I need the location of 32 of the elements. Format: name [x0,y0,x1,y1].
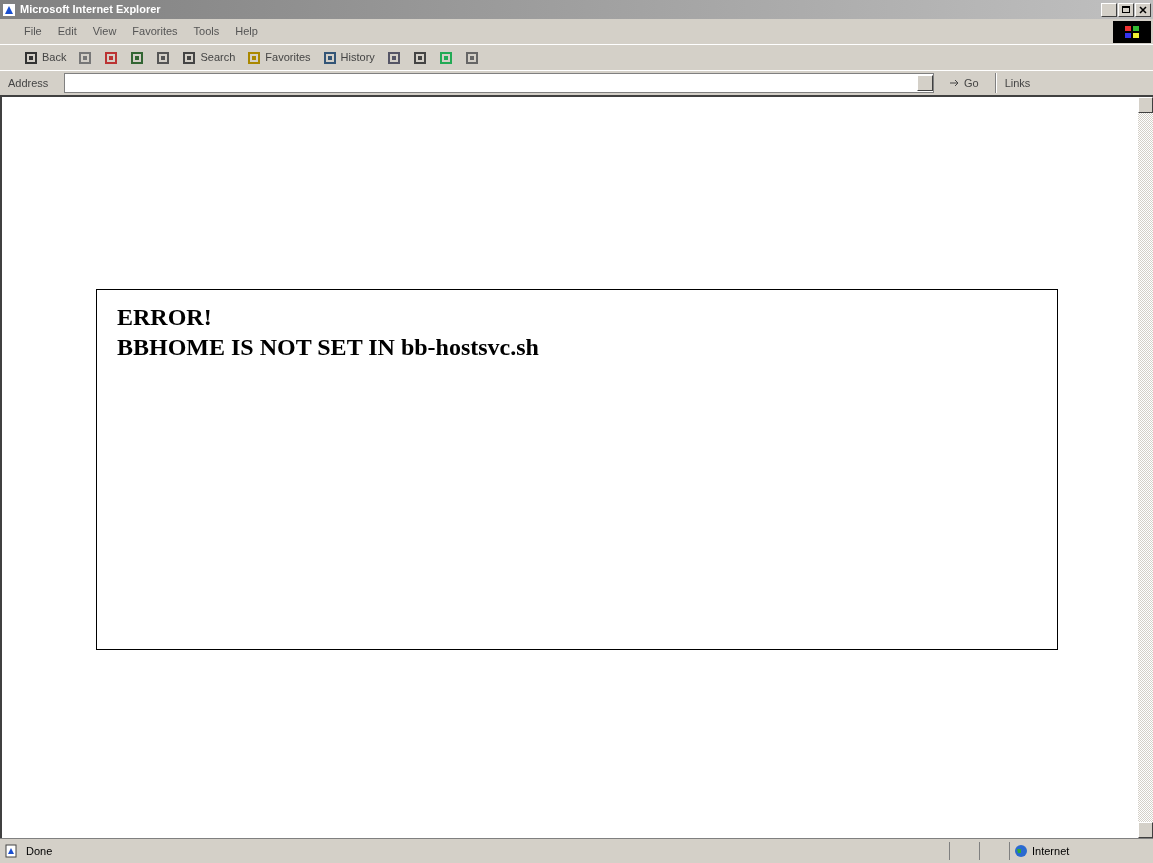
history-button[interactable]: History [322,49,375,66]
status-text: Done [26,843,53,859]
address-field[interactable] [64,73,934,93]
page-icon [4,844,18,858]
back-button[interactable]: Back [24,49,67,66]
close-icon [1139,5,1147,14]
search-button[interactable]: Search [182,49,236,66]
error-message: BBHOME IS NOT SET IN bb-hostsvc.sh [117,333,540,362]
browser-icon [2,2,16,17]
favorites-button[interactable]: Favorites [247,49,311,66]
menu-item[interactable]: Tools [193,23,220,40]
window-title: Microsoft Internet Explorer [20,2,161,18]
scrollbar[interactable] [1138,97,1153,838]
go-button[interactable]: Go [942,74,987,92]
scroll-down-button[interactable] [1138,822,1153,838]
zone-text: Internet [1032,843,1070,859]
scroll-up-button[interactable] [1138,97,1153,113]
maximize-icon [1122,6,1130,13]
maximize-button[interactable] [1118,2,1134,17]
windows-logo-icon [1124,24,1140,39]
links-button[interactable]: Links [1004,74,1031,92]
error-message: ERROR! [117,303,213,332]
menu-item[interactable]: Edit [57,23,77,40]
menu-item[interactable]: File [24,23,42,40]
menu-item[interactable]: Help [235,23,258,40]
close-button[interactable] [1135,2,1151,17]
arrow-icon [950,79,960,87]
menu-item[interactable]: Favorites [132,23,178,40]
address-label: Address [8,75,50,91]
globe-icon [1014,844,1028,858]
minimize-button[interactable] [1101,2,1117,17]
menu-item[interactable]: View [92,23,117,40]
